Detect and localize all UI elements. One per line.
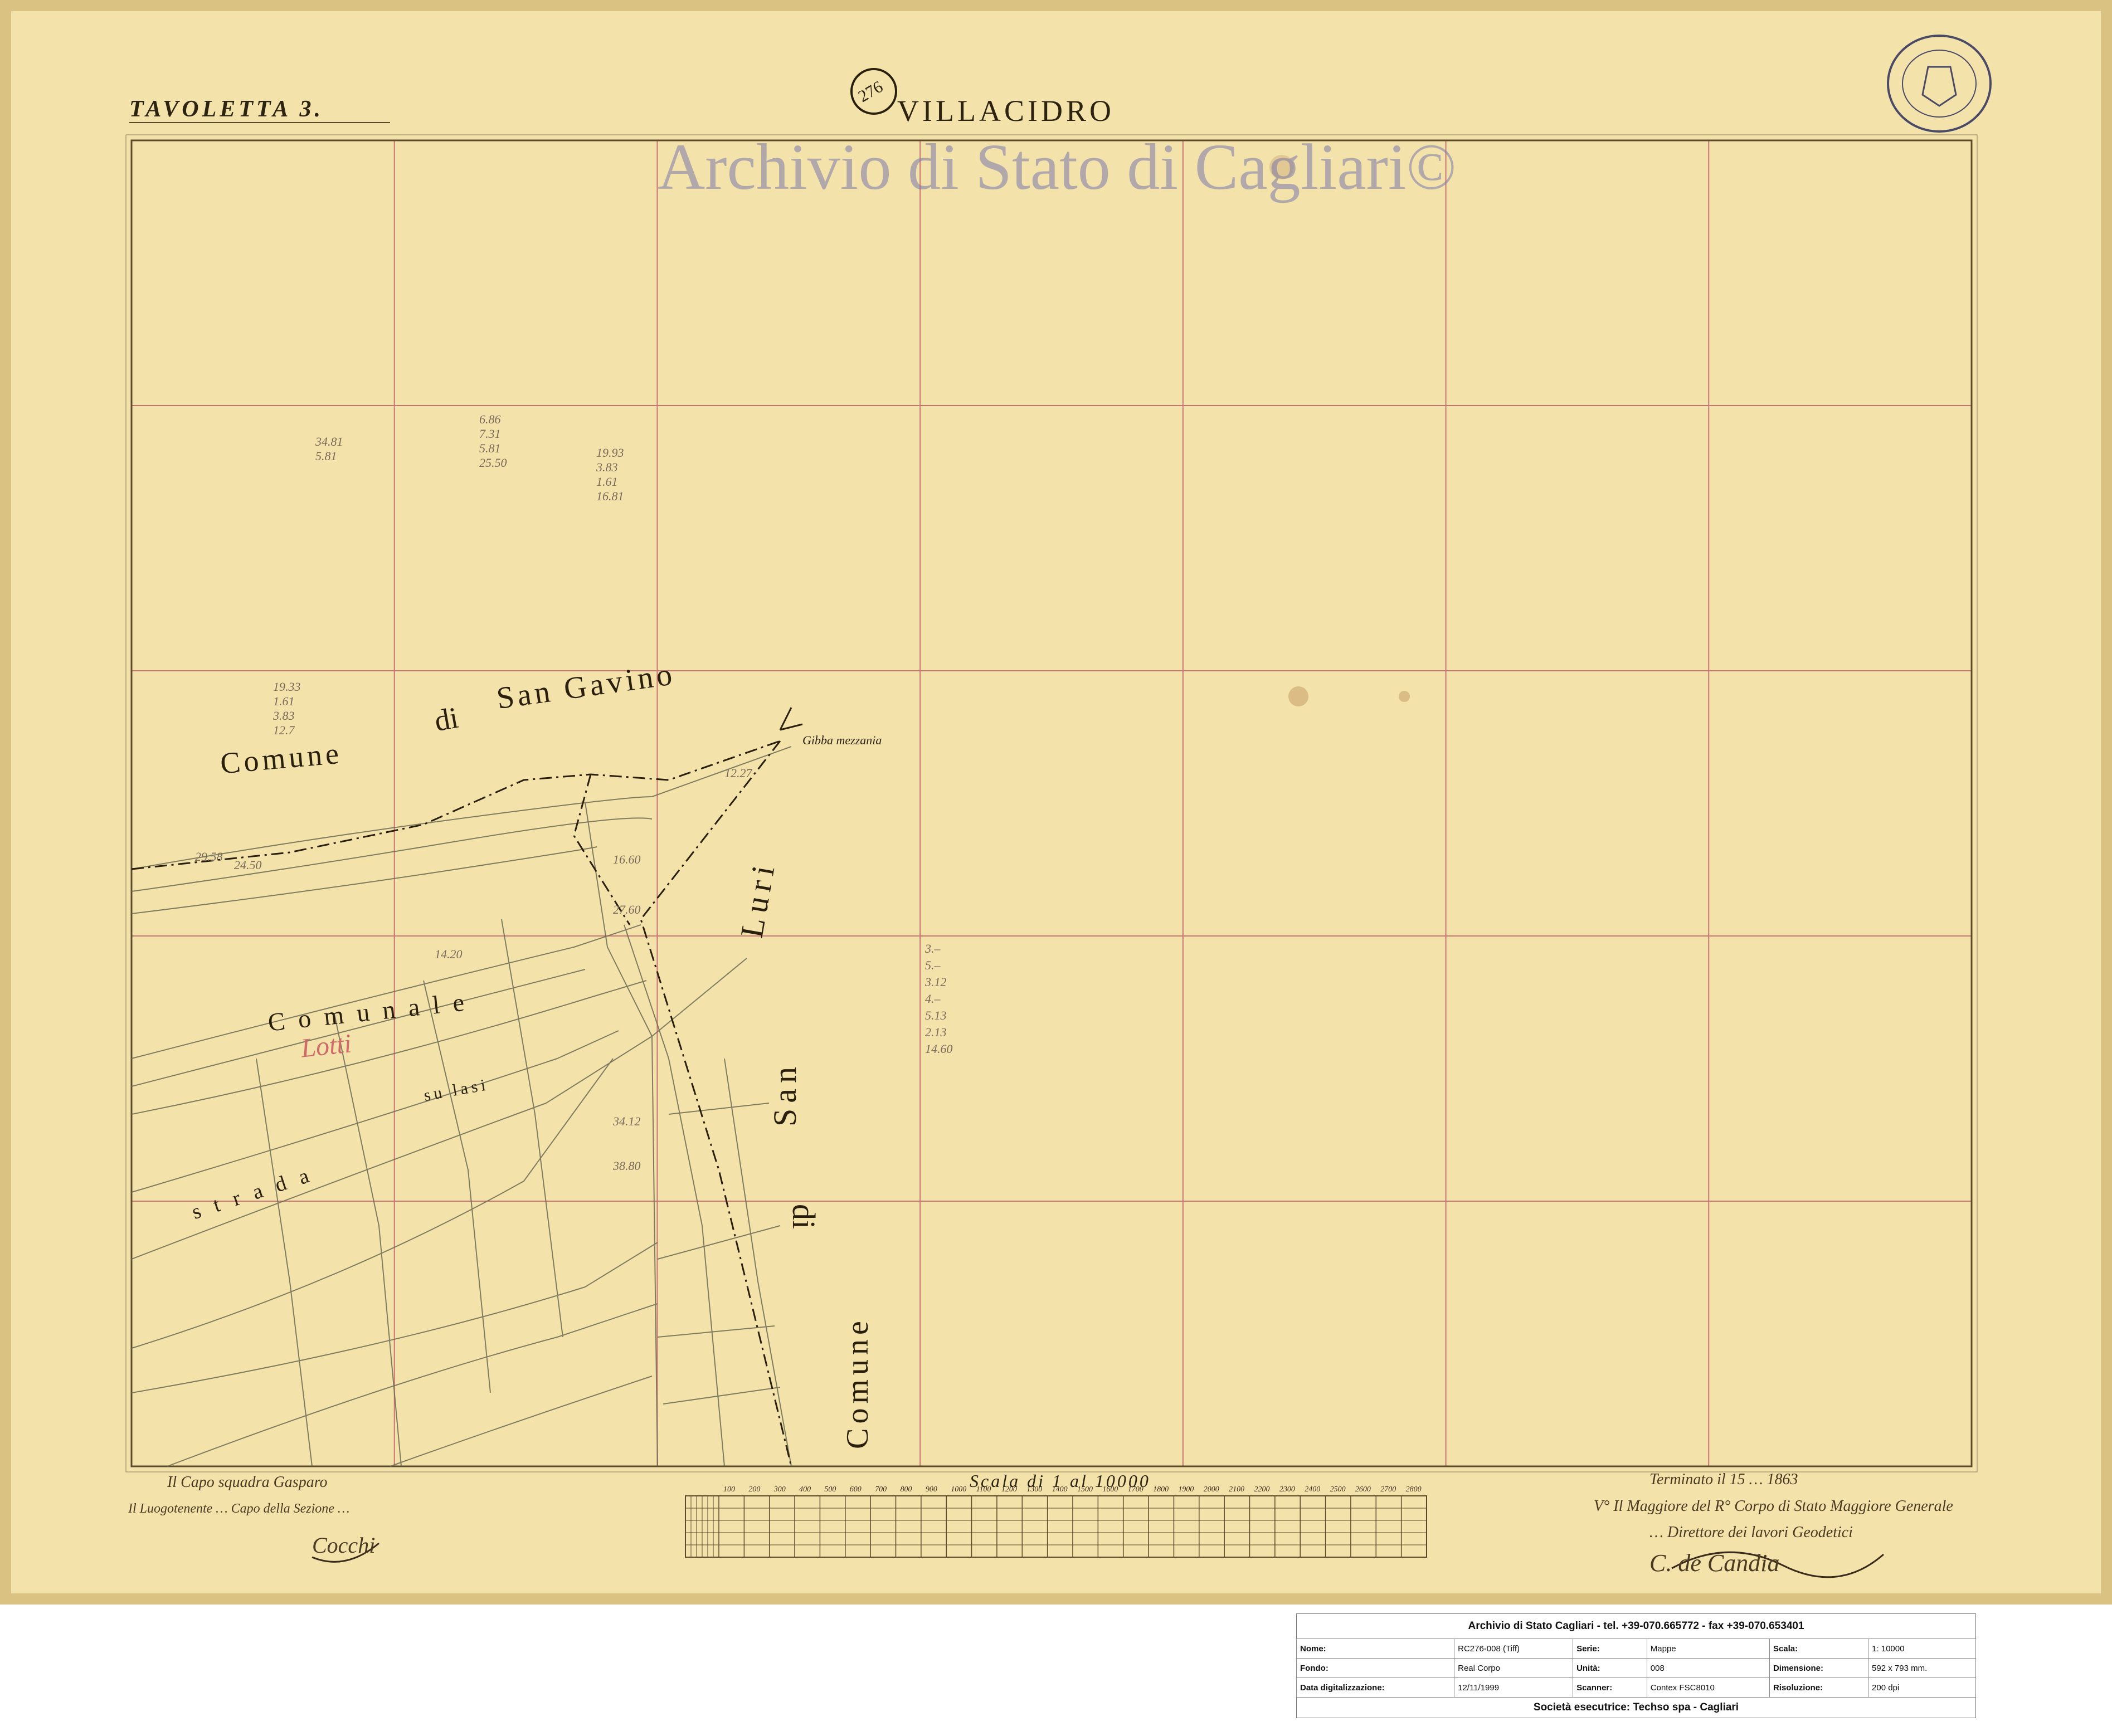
info-key: Unità:: [1573, 1658, 1647, 1678]
scale-tick-label: 200: [748, 1485, 760, 1494]
info-value: Contex FSC8010: [1646, 1678, 1770, 1698]
svg-text:16.60: 16.60: [613, 852, 641, 866]
info-key: Dimensione:: [1769, 1658, 1869, 1678]
label-gibba: Gibba mezzania: [802, 733, 882, 747]
svg-text:1.61: 1.61: [273, 694, 295, 708]
scale-tick-label: 700: [875, 1485, 887, 1494]
svg-text:19.93: 19.93: [596, 446, 624, 460]
svg-text:3.83: 3.83: [272, 709, 295, 723]
label-lotti: Lotti: [299, 1028, 353, 1064]
svg-text:3.12: 3.12: [924, 975, 947, 989]
scale-tick-label: 800: [901, 1485, 912, 1494]
svg-text:16.81: 16.81: [596, 489, 624, 503]
info-key: Nome:: [1296, 1639, 1455, 1659]
info-value: Mappe: [1646, 1639, 1770, 1659]
svg-text:12.7: 12.7: [273, 723, 295, 737]
svg-text:34.12: 34.12: [612, 1114, 641, 1128]
info-value: 200 dpi: [1868, 1678, 1976, 1698]
svg-text:27.60: 27.60: [613, 903, 641, 916]
info-header: Archivio di Stato Cagliari - tel. +39-07…: [1296, 1613, 1976, 1639]
label-comune-right: Comune: [840, 1316, 875, 1449]
scale-tick-label: 2400: [1305, 1485, 1320, 1494]
svg-text:24.50: 24.50: [234, 858, 262, 872]
note-capo-squadra: Il Capo squadra Gasparo: [167, 1474, 328, 1491]
scale-tick-label: 2700: [1380, 1485, 1396, 1494]
label-san: San: [767, 1061, 803, 1127]
svg-text:7.31: 7.31: [479, 427, 501, 441]
svg-text:14.20: 14.20: [435, 947, 463, 961]
svg-text:5.81: 5.81: [315, 449, 337, 463]
info-value: 008: [1646, 1658, 1770, 1678]
note-luogotenente: Il Luogotenente … Capo della Sezione …: [128, 1501, 350, 1516]
svg-text:14.60: 14.60: [925, 1042, 953, 1056]
map-title: VILLACIDRO: [897, 94, 1115, 128]
scale-tick-label: 1000: [951, 1485, 966, 1494]
svg-text:19.33: 19.33: [273, 680, 301, 694]
scale-tick-label: 100: [723, 1485, 735, 1494]
map-drawing: 34.815.81 6.867.315.8125.50 19.933.831.6…: [0, 0, 2112, 1605]
scale-tick-label: 300: [773, 1485, 786, 1494]
info-key: Fondo:: [1296, 1658, 1455, 1678]
signature-right: C. de Candia: [1649, 1549, 1780, 1577]
info-value: 1: 10000: [1868, 1639, 1976, 1659]
svg-text:25.50: 25.50: [479, 456, 507, 470]
info-key: Scala:: [1769, 1639, 1869, 1659]
svg-text:4.–: 4.–: [925, 992, 941, 1006]
note-terminato: Terminato il 15 … 1863: [1649, 1471, 1798, 1488]
svg-text:12.27: 12.27: [724, 766, 753, 780]
svg-text:29.58: 29.58: [195, 850, 223, 864]
scale-title: Scala di 1 al 10000: [970, 1471, 1151, 1491]
svg-text:34.81: 34.81: [315, 435, 343, 448]
svg-text:5.13: 5.13: [925, 1008, 947, 1022]
info-row: Data digitalizzazione: 12/11/1999 Scanner:…: [1296, 1678, 1976, 1698]
scale-tick-label: 1900: [1178, 1485, 1194, 1494]
svg-text:3.–: 3.–: [924, 942, 941, 955]
info-key: Serie:: [1573, 1639, 1647, 1659]
svg-text:2.13: 2.13: [925, 1025, 947, 1039]
scale-tick-label: 2200: [1254, 1485, 1270, 1494]
info-table: Nome: RC276-008 (Tiff) Serie: Mappe Scala: 1:…: [1296, 1639, 1976, 1698]
label-di-right: di: [786, 1203, 823, 1230]
info-key: Scanner:: [1573, 1678, 1647, 1698]
scale-tick-label: 400: [799, 1485, 811, 1494]
scale-tick-label: 900: [926, 1485, 937, 1494]
scale-tick-label: 600: [850, 1485, 862, 1494]
scale-tick-label: 2000: [1204, 1485, 1219, 1494]
watermark: Archivio di Stato di Cagliari©: [658, 130, 1457, 203]
scale-tick-label: 1800: [1153, 1485, 1169, 1494]
sheet-label: TAVOLETTA 3.: [129, 96, 324, 122]
info-value: 12/11/1999: [1454, 1678, 1574, 1698]
scale-tick-label: 2100: [1229, 1485, 1244, 1494]
svg-text:5.81: 5.81: [479, 441, 501, 455]
scale-tick-label: 2600: [1355, 1485, 1371, 1494]
map-sheet: 34.81 5.81 6.86 7.31 5.81 25.50 19.93 3.83 1.6…: [0, 0, 2112, 1605]
svg-text:38.80: 38.80: [612, 1159, 641, 1173]
info-footer: Società esecutrice: Techso spa - Cagliar…: [1296, 1698, 1976, 1718]
svg-text:3.83: 3.83: [596, 460, 618, 474]
svg-text:5.–: 5.–: [925, 958, 941, 972]
info-row: Nome: RC276-008 (Tiff) Serie: Mappe Scala: 1:…: [1296, 1639, 1976, 1659]
info-key: Data digitalizzazione:: [1296, 1678, 1455, 1698]
info-value: RC276-008 (Tiff): [1454, 1639, 1574, 1659]
info-value: 592 x 793 mm.: [1868, 1658, 1976, 1678]
archive-info-box: Archivio di Stato Cagliari - tel. +39-07…: [1296, 1613, 1976, 1720]
note-direttore: … Direttore dei lavori Geodetici: [1649, 1524, 1853, 1541]
scale-tick-label: 2800: [1406, 1485, 1422, 1494]
info-key: Risoluzione:: [1769, 1678, 1869, 1698]
note-maggiore: V° Il Maggiore del R° Corpo di Stato Mag…: [1594, 1498, 1953, 1515]
info-value: Real Corpo: [1454, 1658, 1574, 1678]
info-row: Fondo: Real Corpo Unità: 008 Dimensione: 592 …: [1296, 1658, 1976, 1678]
scale-tick-label: 500: [824, 1485, 836, 1494]
svg-text:6.86: 6.86: [479, 412, 501, 426]
signature-left: Cocchi: [312, 1533, 376, 1558]
scale-tick-label: 2300: [1279, 1485, 1295, 1494]
svg-text:1.61: 1.61: [596, 475, 618, 489]
scale-tick-label: 2500: [1330, 1485, 1346, 1494]
